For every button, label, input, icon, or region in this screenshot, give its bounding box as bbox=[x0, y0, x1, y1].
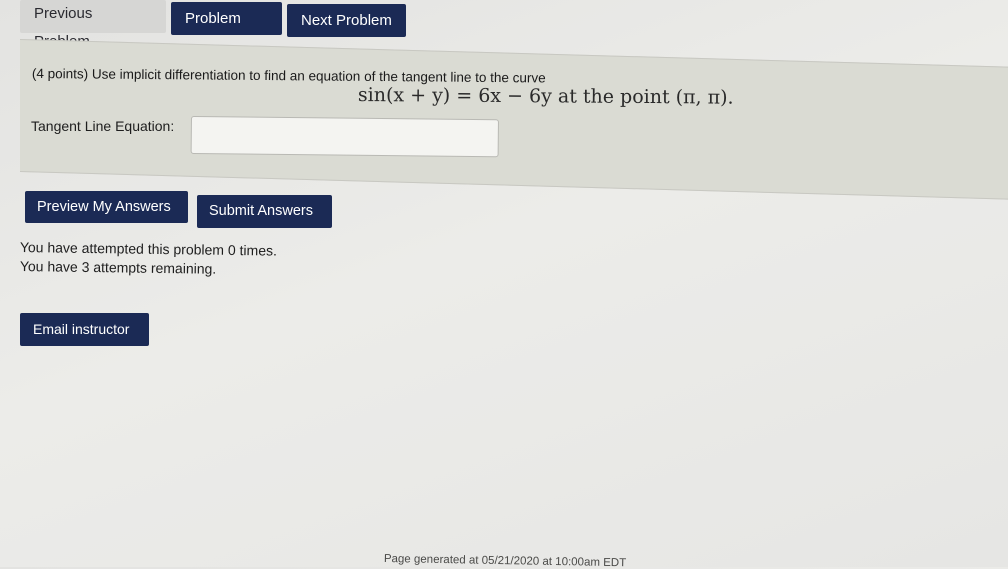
answer-label: Tangent Line Equation: bbox=[31, 118, 175, 134]
attempts-remaining-text: You have 3 attempts remaining. bbox=[19, 258, 217, 277]
next-problem-button[interactable]: Next Problem bbox=[287, 4, 406, 37]
preview-answers-button[interactable]: Preview My Answers bbox=[25, 191, 188, 223]
email-instructor-button[interactable]: Email instructor bbox=[20, 313, 149, 346]
problem-equation: sin(x + y) = 6x − 6y at the point (π, π)… bbox=[357, 84, 734, 109]
submit-answers-button[interactable]: Submit Answers bbox=[197, 195, 332, 228]
previous-problem-button[interactable]: Previous Problem bbox=[20, 0, 166, 50]
tangent-line-input[interactable] bbox=[190, 116, 499, 158]
problem-list-button[interactable]: Problem List bbox=[171, 2, 282, 60]
attempts-made-text: You have attempted this problem 0 times. bbox=[19, 239, 278, 259]
